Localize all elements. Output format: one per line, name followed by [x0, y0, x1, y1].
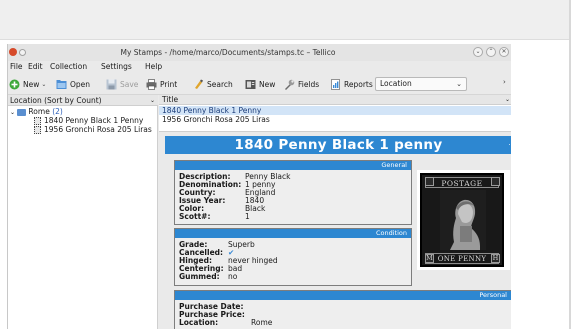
- new-label: New: [23, 79, 40, 89]
- save-button[interactable]: Save: [106, 77, 138, 91]
- group-view-header-label: Location (Sort by Count): [10, 96, 102, 105]
- window-title: My Stamps - /home/marco/Documents/stamps…: [120, 48, 336, 57]
- folder-icon: [17, 108, 27, 116]
- stamp-icon: [34, 117, 41, 125]
- chevron-down-icon[interactable]: ⌄: [150, 95, 155, 106]
- field-label: Gummed:: [179, 272, 220, 281]
- stamp-corner: M: [425, 254, 434, 263]
- open-label: Open: [70, 79, 91, 89]
- personal-section: Personal Purchase Date: Purchase Price: …: [174, 290, 511, 329]
- field-value: Rome: [251, 318, 273, 327]
- condition-section: Condition Grade: Superb Cancelled: ✔ Hinge…: [174, 228, 412, 286]
- reports-label: Reports: [344, 79, 373, 89]
- entry-title-text: 1840 Penny Black 1 penny: [234, 137, 443, 153]
- group-view-header[interactable]: Location (Sort by Count) ⌄: [8, 95, 158, 106]
- menu-collection[interactable]: Collection: [50, 62, 87, 71]
- penny-black-stamp: POSTAGE ONE PENNY M H: [420, 173, 504, 267]
- field-label: Scott#:: [179, 212, 211, 221]
- main-toolbar: New ⌄ Open Save Print Search New Fields …: [8, 73, 511, 95]
- column-title-header[interactable]: Title ⌄: [159, 95, 511, 105]
- close-icon[interactable]: ✕: [499, 47, 509, 57]
- menu-help[interactable]: Help: [145, 62, 162, 71]
- chevron-down-icon[interactable]: ⌄: [41, 81, 46, 88]
- tree-item-label: 1956 Gronchi Rosa 205 Liras: [44, 125, 152, 134]
- tellico-window: My Stamps - /home/marco/Documents/stamps…: [7, 44, 511, 329]
- group-name: Rome: [28, 107, 50, 116]
- search-button[interactable]: Search: [193, 77, 233, 91]
- title-bar[interactable]: My Stamps - /home/marco/Documents/stamps…: [8, 44, 511, 61]
- stamp-corner: H: [491, 254, 500, 263]
- table-row[interactable]: 1956 Gronchi Rosa 205 Liras: [159, 115, 511, 124]
- print-button[interactable]: Print: [146, 77, 177, 91]
- tree-group-rome[interactable]: ⌄ Rome (2): [10, 107, 63, 116]
- new-collection-button[interactable]: New ⌄: [9, 77, 46, 91]
- menu-file[interactable]: File: [10, 62, 23, 71]
- open-button[interactable]: Open: [56, 77, 90, 91]
- field-location: Location: Rome: [179, 319, 272, 327]
- tree-item-label: 1840 Penny Black 1 Penny: [44, 116, 144, 125]
- group-by-select[interactable]: Location ⌄: [375, 77, 467, 91]
- maximize-icon[interactable]: ⌃: [486, 47, 496, 57]
- menu-settings[interactable]: Settings: [101, 62, 132, 71]
- field-gummed: Gummed: no: [179, 273, 237, 281]
- title-mark: ·: [508, 141, 511, 149]
- queen-portrait-icon: [440, 190, 486, 250]
- field-label: Location:: [179, 318, 219, 327]
- fields-label: Fields: [298, 79, 320, 89]
- entry-list: 1840 Penny Black 1 Penny 1956 Gronchi Ro…: [159, 105, 511, 132]
- field-value: 1: [245, 212, 250, 221]
- stamp-icon: [34, 126, 41, 134]
- stamp-corner: [491, 177, 500, 186]
- search-icon: [193, 79, 204, 90]
- field-scott-number: Scott#: 1: [179, 213, 250, 221]
- collapse-icon[interactable]: ⌄: [10, 109, 15, 116]
- report-icon: [330, 78, 341, 90]
- fields-button[interactable]: Fields: [284, 77, 319, 91]
- general-section: General Description: Penny Black Denomina…: [174, 160, 412, 225]
- stamp-bottom-text: ONE PENNY: [425, 253, 499, 264]
- search-label: Search: [207, 79, 233, 89]
- printer-icon: [146, 78, 157, 90]
- entry-title: 1840 Penny Black 1 penny ·: [165, 136, 511, 154]
- table-row[interactable]: 1840 Penny Black 1 Penny: [159, 106, 511, 115]
- stamp-top-text: POSTAGE: [425, 177, 499, 188]
- group-by-value: Location: [380, 79, 412, 88]
- desktop-top-area: [0, 0, 571, 40]
- new-entry-button[interactable]: New: [245, 77, 275, 91]
- print-label: Print: [160, 79, 178, 89]
- folder-open-icon: [56, 79, 67, 90]
- chevron-down-icon: ⌄: [456, 80, 462, 88]
- save-label: Save: [120, 79, 139, 89]
- condition-section-header: Condition: [175, 229, 411, 238]
- minimize-icon[interactable]: ⌄: [473, 47, 483, 57]
- menu-bar: File Edit Collection Settings Help: [8, 61, 511, 73]
- group-view: ⌄ Rome (2) 1840 Penny Black 1 Penny 1956…: [8, 106, 158, 329]
- tree-item[interactable]: 1956 Gronchi Rosa 205 Liras: [34, 125, 152, 134]
- wrench-icon: [284, 79, 295, 90]
- field-value: no: [228, 272, 238, 281]
- chevron-down-icon[interactable]: ⌄: [505, 95, 510, 105]
- personal-section-header: Personal: [175, 291, 511, 300]
- column-title-label: Title: [162, 95, 179, 104]
- new-entry-icon: [245, 79, 256, 90]
- toolbar-overflow-icon[interactable]: ›: [503, 78, 506, 86]
- stamp-corner: [425, 177, 434, 186]
- group-count: (2): [52, 107, 63, 116]
- new-entry-label: New: [259, 79, 276, 89]
- save-icon: [106, 79, 117, 90]
- stamp-image: POSTAGE ONE PENNY M H: [417, 170, 510, 270]
- tree-item[interactable]: 1840 Penny Black 1 Penny: [34, 116, 143, 125]
- menu-edit[interactable]: Edit: [28, 62, 43, 71]
- entry-detail-view: 1840 Penny Black 1 penny · General Descr…: [159, 133, 511, 329]
- reports-button[interactable]: Reports: [330, 77, 373, 91]
- general-section-header: General: [175, 161, 411, 170]
- add-icon: [9, 79, 20, 90]
